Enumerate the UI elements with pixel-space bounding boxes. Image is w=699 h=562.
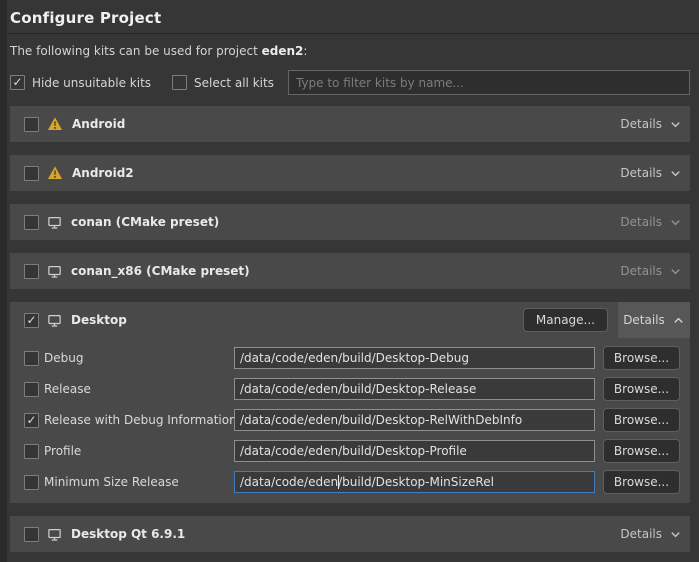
chevron-down-icon — [669, 118, 682, 131]
kit-header[interactable]: Desktop Manage... Details — [10, 302, 690, 338]
kit-filter-controls: Hide unsuitable kits Select all kits — [10, 70, 690, 95]
info-text-suffix: : — [303, 44, 307, 58]
config-row-profile: Profile Browse... — [24, 439, 680, 463]
hide-unsuitable-checkbox[interactable] — [10, 75, 25, 90]
kit-checkbox[interactable] — [24, 215, 39, 230]
kit-row-conan-x86[interactable]: conan_x86 (CMake preset) Details — [10, 253, 690, 289]
details-label: Details — [620, 166, 662, 180]
kit-row-desktop-qt[interactable]: Desktop Qt 6.9.1 Details — [10, 516, 690, 552]
config-row-release: Release Browse... — [24, 377, 680, 401]
kit-name: conan_x86 (CMake preset) — [71, 264, 250, 278]
desktop-computer-icon — [47, 264, 62, 279]
kit-row-android2[interactable]: Android2 Details — [10, 155, 690, 191]
kit-checkbox[interactable] — [24, 264, 39, 279]
page-header: Configure Project — [7, 0, 699, 34]
kit-name: Desktop Qt 6.9.1 — [71, 527, 185, 541]
select-all-label[interactable]: Select all kits — [194, 76, 274, 90]
kit-row-android[interactable]: Android Details — [10, 106, 690, 142]
kit-name: Desktop — [71, 313, 127, 327]
kit-checkbox[interactable] — [24, 313, 39, 328]
desktop-computer-icon — [47, 313, 62, 328]
build-dir-input-focused[interactable] — [234, 471, 595, 493]
build-dir-field-wrap — [234, 440, 595, 462]
build-dir-field-wrap — [234, 378, 595, 400]
info-text-prefix: The following kits can be used for proje… — [10, 44, 262, 58]
details-button[interactable]: Details — [620, 117, 682, 131]
chevron-down-icon — [669, 216, 682, 229]
details-button[interactable]: Details — [620, 264, 682, 278]
details-button[interactable]: Details — [620, 166, 682, 180]
build-dir-field-wrap — [234, 471, 595, 493]
browse-button[interactable]: Browse... — [603, 377, 680, 401]
details-button[interactable]: Details — [620, 527, 682, 541]
build-dir-field-wrap — [234, 409, 595, 431]
config-checkbox[interactable] — [24, 351, 39, 366]
build-config-list: Debug Browse... Release Browse... — [10, 338, 690, 503]
kit-list: Android Details Android2 — [10, 106, 690, 552]
config-checkbox[interactable] — [24, 475, 39, 490]
configure-project-page: Configure Project The following kits can… — [0, 0, 699, 562]
config-checkbox[interactable] — [24, 444, 39, 459]
details-button[interactable]: Details — [618, 302, 690, 338]
details-label: Details — [620, 264, 662, 278]
build-dir-input[interactable] — [234, 378, 595, 400]
page-content: The following kits can be used for proje… — [7, 44, 699, 552]
text-cursor — [338, 475, 339, 489]
details-label: Details — [620, 215, 662, 229]
build-dir-input[interactable] — [234, 409, 595, 431]
page-title: Configure Project — [10, 9, 699, 27]
kit-row-conan[interactable]: conan (CMake preset) Details — [10, 204, 690, 240]
kit-header[interactable]: conan (CMake preset) Details — [10, 204, 690, 240]
details-button[interactable]: Details — [620, 215, 682, 229]
project-name: eden2 — [262, 44, 304, 58]
build-dir-input[interactable] — [234, 347, 595, 369]
config-label: Debug — [44, 351, 234, 365]
desktop-computer-icon — [47, 215, 62, 230]
chevron-down-icon — [669, 528, 682, 541]
kit-header[interactable]: Android2 Details — [10, 155, 690, 191]
details-label: Details — [620, 527, 662, 541]
chevron-up-icon — [672, 314, 685, 327]
kit-row-desktop[interactable]: Desktop Manage... Details Debug — [10, 302, 690, 503]
kit-checkbox[interactable] — [24, 527, 39, 542]
kit-checkbox[interactable] — [24, 166, 39, 181]
select-all-checkbox[interactable] — [172, 75, 187, 90]
config-row-relwithdebinfo: Release with Debug Information Browse... — [24, 408, 680, 432]
browse-button[interactable]: Browse... — [603, 408, 680, 432]
browse-button[interactable]: Browse... — [603, 439, 680, 463]
kit-header[interactable]: Android Details — [10, 106, 690, 142]
config-label: Profile — [44, 444, 234, 458]
build-dir-field-wrap — [234, 347, 595, 369]
kit-checkbox[interactable] — [24, 117, 39, 132]
kit-header[interactable]: conan_x86 (CMake preset) Details — [10, 253, 690, 289]
browse-button[interactable]: Browse... — [603, 346, 680, 370]
config-label: Release with Debug Information — [44, 413, 234, 427]
config-checkbox[interactable] — [24, 382, 39, 397]
build-dir-input[interactable] — [234, 440, 595, 462]
kits-info-text: The following kits can be used for proje… — [10, 44, 690, 58]
browse-button[interactable]: Browse... — [603, 470, 680, 494]
config-row-minsizerel: Minimum Size Release Browse... — [24, 470, 680, 494]
config-label: Minimum Size Release — [44, 475, 234, 489]
details-label: Details — [620, 117, 662, 131]
config-checkbox[interactable] — [24, 413, 39, 428]
kit-name: Android2 — [72, 166, 134, 180]
kit-name: conan (CMake preset) — [71, 215, 219, 229]
config-row-debug: Debug Browse... — [24, 346, 680, 370]
chevron-down-icon — [669, 265, 682, 278]
config-label: Release — [44, 382, 234, 396]
kit-filter-input[interactable] — [288, 70, 690, 95]
kit-header[interactable]: Desktop Qt 6.9.1 Details — [10, 516, 690, 552]
chevron-down-icon — [669, 167, 682, 180]
kit-name: Android — [72, 117, 125, 131]
details-label: Details — [623, 313, 665, 327]
warning-icon — [47, 116, 63, 132]
warning-icon — [47, 165, 63, 181]
hide-unsuitable-label[interactable]: Hide unsuitable kits — [32, 76, 151, 90]
manage-kits-button[interactable]: Manage... — [523, 308, 608, 332]
desktop-computer-icon — [47, 527, 62, 542]
